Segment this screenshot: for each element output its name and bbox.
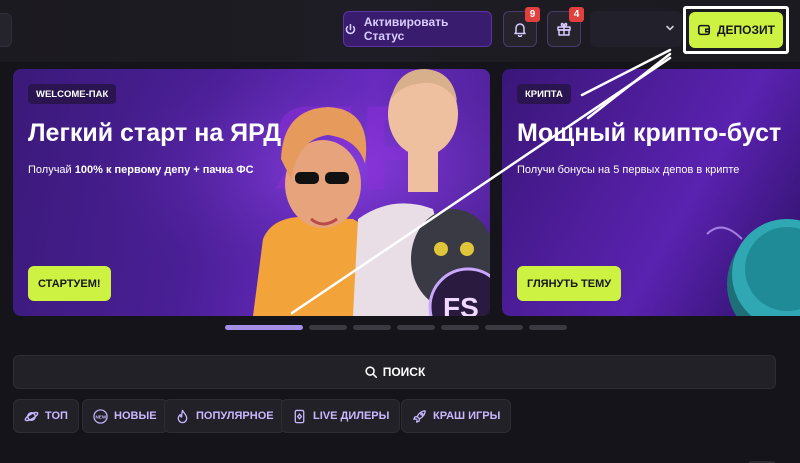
banner-subtitle: Получай 100% к первому депу + пачка ФС [28,164,254,176]
banner-tag: WELCOME-ПАК [28,84,117,104]
new-badge-icon: NEW [93,408,108,424]
deposit-button[interactable]: ДЕПОЗИТ [689,12,783,48]
flame-icon [177,409,188,423]
search-label: ПОИСК [382,365,426,379]
menu-toggle[interactable] [0,13,12,47]
activate-status-button[interactable]: Активировать Статус [343,11,492,47]
notifications-button[interactable]: 9 [503,7,540,47]
banner-subtitle-text: Получай [28,164,75,176]
gift-icon [557,22,571,36]
category-tab-live-dealers[interactable]: LIVE ДИЛЕРЫ [281,399,401,433]
banner-subtitle: Получи бонусы на 5 первых депов в крипте [517,164,740,176]
svg-text:NEW: NEW [95,414,106,419]
banner-title: Мощный крипто-буст [517,119,782,147]
svg-text:FS: FS [443,292,479,316]
category-tab-popular[interactable]: ПОПУЛЯРНОЕ [164,399,285,433]
category-tab-top[interactable]: ТОП [13,399,79,433]
wallet-icon [697,24,711,36]
banner-title: Легкий старт на ЯРД [28,119,282,147]
category-label: КРАШ ИГРЫ [433,410,501,422]
promo-banner-welcome[interactable]: ЯР FS WELCOME-ПАК Легкий старт на ЯРД По… [13,69,490,316]
power-icon [345,23,356,34]
top-header: Активировать Статус 9 4 ДЕПОЗИТ [0,0,800,62]
rocket-icon [413,409,426,423]
carousel-dot[interactable] [309,325,347,330]
chevron-down-icon [666,25,674,31]
carousel-dot[interactable] [225,325,303,330]
planet-icon [24,411,39,421]
carousel-dot[interactable] [485,325,523,330]
search-icon [365,366,377,379]
gifts-count-badge: 4 [569,7,584,22]
look-button[interactable]: ГЛЯНУТЬ ТЕМУ [517,266,622,301]
gifts-button[interactable]: 4 [547,7,584,47]
carousel-dot[interactable] [441,325,479,330]
activate-status-label: Активировать Статус [363,15,449,43]
search-button[interactable]: ПОИСК [13,355,776,389]
card-icon [294,409,305,423]
balance-dropdown[interactable] [590,11,682,47]
category-label: LIVE ДИЛЕРЫ [313,410,390,422]
carousel-pagination [225,325,567,330]
category-tab-crash-games[interactable]: КРАШ ИГРЫ [401,399,512,433]
start-button[interactable]: СТАРТУЕМ! [28,266,111,301]
bell-icon [514,23,526,37]
carousel-dot[interactable] [353,325,391,330]
banner-subtitle-highlight: 100% к первому депу + пачка ФС [74,164,254,176]
category-label: ТОП [45,410,68,422]
notifications-count-badge: 9 [525,7,540,22]
category-label: НОВЫЕ [114,410,157,422]
carousel-dot[interactable] [397,325,435,330]
category-label: ПОПУЛЯРНОЕ [196,410,274,422]
promo-banner-crypto[interactable]: КРИПТА Мощный крипто-буст Получи бонусы … [502,69,800,316]
carousel-dot[interactable] [529,325,567,330]
deposit-label: ДЕПОЗИТ [717,23,775,37]
banner-tag: КРИПТА [517,84,571,104]
category-tab-new[interactable]: NEW НОВЫЕ [82,399,168,433]
